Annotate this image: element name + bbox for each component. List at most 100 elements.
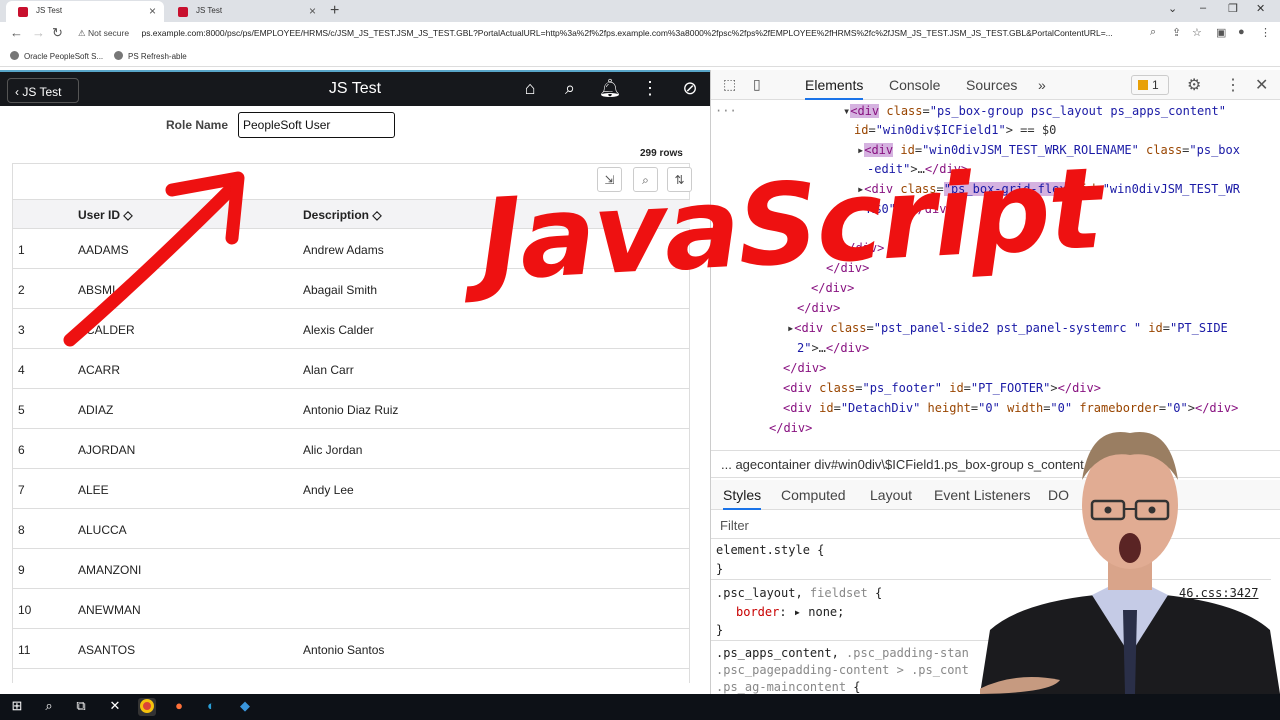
table-row[interactable]: 7 ALEE Andy Lee xyxy=(13,469,690,509)
minimize-icon[interactable]: – xyxy=(1200,2,1206,14)
css-rule[interactable]: .psc_layout, fieldset { xyxy=(716,586,882,600)
tab-elements[interactable]: Elements xyxy=(805,77,864,100)
dom-node[interactable]: <div class="ps_footer" id="PT_FOOTER"></… xyxy=(783,381,1101,395)
edge-icon[interactable]: ◐ xyxy=(202,698,220,716)
user-id-cell: ACARR xyxy=(78,363,121,377)
user-id-cell: AMANZONI xyxy=(78,563,142,577)
back-arrow-icon[interactable]: ← xyxy=(10,25,23,40)
table-row[interactable]: 11 ASANTOS Antonio Santos xyxy=(13,629,690,669)
role-name-input[interactable] xyxy=(238,112,395,138)
app-header: JS Test ‹ JS Test ⌂ ⌕ 🔔︎ ⋮ ⊘ xyxy=(0,70,710,106)
bookmark-icon xyxy=(114,51,123,60)
description-cell: Andrew Adams xyxy=(303,243,384,257)
forward-arrow-icon[interactable]: → xyxy=(32,25,45,40)
new-tab-icon[interactable]: + xyxy=(330,2,339,20)
app-icon[interactable]: ✕ xyxy=(106,698,124,716)
table-row[interactable]: 4 ACARR Alan Carr xyxy=(13,349,690,389)
table-row[interactable]: 5 ADIAZ Antonio Diaz Ruiz xyxy=(13,389,690,429)
dom-node[interactable]: </div> xyxy=(797,301,840,315)
bookmark-item[interactable]: PS Refresh-able xyxy=(114,51,187,61)
description-cell: Abagail Smith xyxy=(303,283,378,297)
firefox-icon[interactable]: ● xyxy=(170,698,188,716)
os-taskbar: ⊞ ⌕ ⧉ ✕ ● ◐ ◆ xyxy=(0,694,1280,720)
search-icon[interactable]: ⌕ xyxy=(40,698,58,716)
dom-node[interactable]: ▾<div class="ps_box-group psc_layout ps_… xyxy=(843,104,1226,118)
css-rule: } xyxy=(716,562,724,576)
close-tab-icon[interactable]: × xyxy=(309,4,316,18)
close-tab-icon[interactable]: × xyxy=(149,4,156,18)
chevron-down-icon[interactable]: ⌄ xyxy=(1168,2,1177,15)
row-number: 7 xyxy=(18,483,25,497)
browser-tab-1[interactable]: JS Test × xyxy=(6,1,164,22)
actions-menu-icon[interactable]: ⋮ xyxy=(638,78,662,99)
security-status: Not secure xyxy=(87,28,130,38)
dom-node[interactable]: ▸<div class="pst_panel-side2 pst_panel-s… xyxy=(787,321,1228,335)
bookmark-item[interactable]: Oracle PeopleSoft S... xyxy=(10,51,103,61)
windows-start-icon[interactable]: ⊞ xyxy=(8,698,26,716)
restore-icon[interactable]: ❐ xyxy=(1228,2,1238,15)
more-tabs-icon[interactable]: » xyxy=(1038,77,1046,93)
share-icon[interactable]: ⇪ xyxy=(1172,26,1181,39)
tab-sources[interactable]: Sources xyxy=(966,77,1017,93)
css-rule[interactable]: .ps_ag-maincontent { xyxy=(716,680,861,694)
css-rule[interactable]: .ps_apps_content, .psc_padding-stan xyxy=(716,646,969,660)
row-number: 6 xyxy=(18,443,25,457)
tab-layout[interactable]: Layout xyxy=(870,487,912,503)
css-rule[interactable]: .psc_pagepadding-content > .ps_cont xyxy=(716,663,969,677)
column-description[interactable]: Description ◇ xyxy=(303,208,382,222)
close-window-icon[interactable]: ✕ xyxy=(1256,2,1265,15)
reload-icon[interactable]: ↻ xyxy=(52,25,63,41)
url-bar[interactable]: ⚠ Not secure ps.example.com:8000/psc/ps/… xyxy=(72,24,1142,44)
device-toggle-icon[interactable]: ▯ xyxy=(753,76,761,93)
presenter-video-overlay xyxy=(980,431,1280,694)
description-cell: Antonio Diaz Ruiz xyxy=(303,403,399,417)
table-row[interactable]: 8 ALUCCA xyxy=(13,509,690,549)
star-icon[interactable]: ☆ xyxy=(1192,26,1202,39)
table-row[interactable]: 10 ANEWMAN xyxy=(13,589,690,629)
dom-node[interactable]: </div> xyxy=(769,421,812,435)
dom-ellipsis[interactable]: ··· xyxy=(715,104,737,118)
row-number: 5 xyxy=(18,403,25,417)
menu-dots-icon[interactable]: ⋮ xyxy=(1260,26,1271,39)
back-button[interactable]: ‹ JS Test xyxy=(7,78,79,103)
vscode-icon[interactable]: ◆ xyxy=(236,698,254,716)
task-view-icon[interactable]: ⧉ xyxy=(72,698,90,716)
zoom-icon[interactable]: ⌕ xyxy=(1150,26,1156,39)
table-row[interactable]: 9 AMANZONI xyxy=(13,549,690,589)
bookmarks-bar: Oracle PeopleSoft S... PS Refresh-able xyxy=(0,46,1280,67)
row-number: 4 xyxy=(18,363,25,377)
sidebar-icon[interactable]: ▣ xyxy=(1216,26,1226,39)
description-cell: Alan Carr xyxy=(303,363,354,377)
close-icon[interactable]: ✕ xyxy=(1255,75,1268,95)
bell-icon[interactable]: 🔔︎ xyxy=(598,78,622,99)
devtools-menu-icon[interactable]: ⋮ xyxy=(1225,75,1241,95)
gear-icon[interactable]: ⚙ xyxy=(1187,75,1201,95)
search-icon[interactable]: ⌕ xyxy=(558,78,582,99)
description-cell: Alic Jordan xyxy=(303,443,363,457)
user-id-cell: AJORDAN xyxy=(78,443,136,457)
row-number: 8 xyxy=(18,523,25,537)
profile-icon[interactable]: ● xyxy=(1238,26,1245,38)
dom-node[interactable]: id="win0div$ICField1"> == $0 xyxy=(854,123,1056,137)
bookmark-icon xyxy=(10,51,19,60)
user-id-cell: ANEWMAN xyxy=(78,603,141,617)
peoplesoft-favicon-icon xyxy=(18,7,28,17)
dom-node[interactable]: </div> xyxy=(783,361,826,375)
browser-tab-2[interactable]: JS Test × xyxy=(166,1,324,22)
css-rule[interactable]: element.style { xyxy=(716,543,824,557)
browser-tabstrip: JS Test × JS Test × + ⌄ – ❐ ✕ xyxy=(0,0,1280,22)
tab-console[interactable]: Console xyxy=(889,77,940,93)
css-declaration[interactable]: border: ▸ none; xyxy=(736,605,844,619)
inspect-element-icon[interactable]: ⬚ xyxy=(723,76,736,93)
dom-node[interactable]: <div id="DetachDiv" height="0" width="0"… xyxy=(783,401,1238,415)
issues-badge[interactable]: 1 xyxy=(1131,75,1169,95)
chrome-icon[interactable] xyxy=(138,698,156,716)
row-number: 9 xyxy=(18,563,25,577)
user-id-cell: ALEE xyxy=(78,483,109,497)
tab-computed[interactable]: Computed xyxy=(781,487,846,503)
table-row[interactable]: 6 AJORDAN Alic Jordan xyxy=(13,429,690,469)
navbar-compass-icon[interactable]: ⊘ xyxy=(678,78,702,99)
tab-styles[interactable]: Styles xyxy=(723,487,762,510)
dom-node[interactable]: 2">…</div> xyxy=(797,341,869,355)
home-icon[interactable]: ⌂ xyxy=(518,78,542,99)
